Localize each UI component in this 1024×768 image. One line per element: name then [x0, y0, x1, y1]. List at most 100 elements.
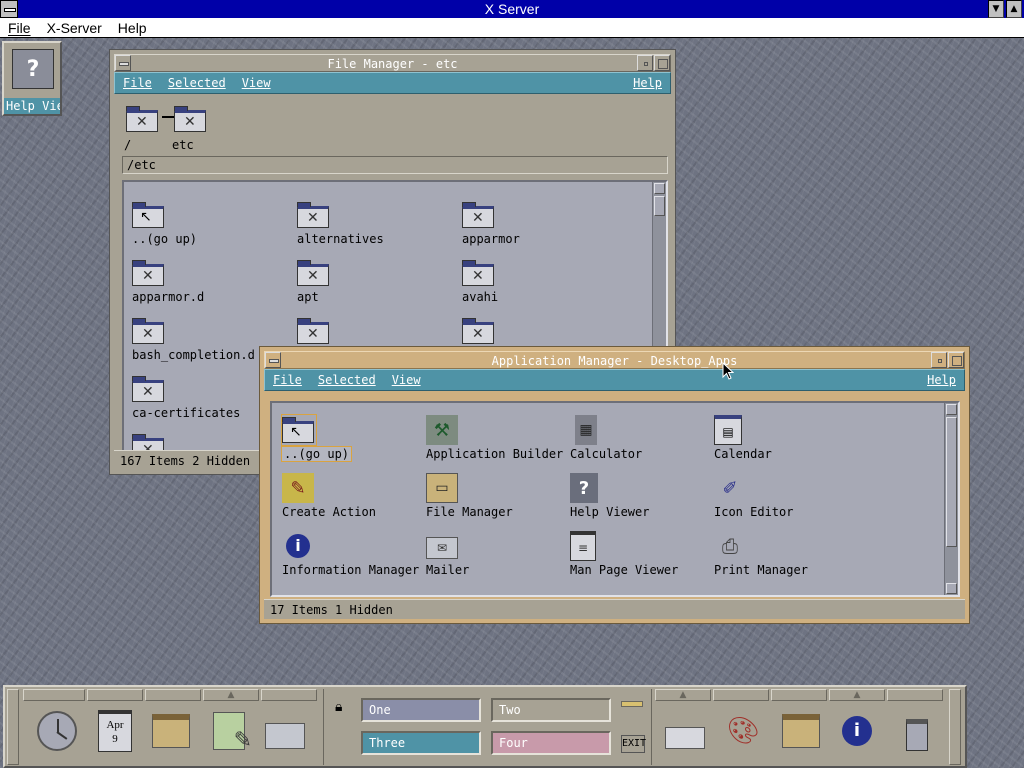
scroll-up-arrow-icon[interactable]: [946, 404, 957, 415]
folder-icon: ✕: [132, 260, 164, 286]
text-editor-launcher[interactable]: ✎: [207, 709, 252, 753]
maximize-button[interactable]: ▲: [1006, 0, 1022, 18]
calendar-day: 9: [112, 733, 118, 745]
app-manager-launcher[interactable]: [779, 709, 823, 753]
subpanel-tab[interactable]: [261, 689, 317, 701]
file-item-apparmor-d[interactable]: ✕ apparmor.d: [132, 258, 272, 314]
fm-menu-view[interactable]: View: [234, 76, 279, 90]
calendar-icon: Apr 9: [98, 710, 132, 752]
busy-light-icon: [621, 701, 643, 707]
window-menu-button[interactable]: [115, 55, 131, 71]
subpanel-tab[interactable]: [87, 689, 143, 701]
trash-can-icon: [906, 719, 928, 751]
file-item-apt[interactable]: ✕ apt: [297, 258, 437, 314]
app-item-icon-editor[interactable]: ✐ Icon Editor: [714, 473, 854, 529]
fm-menu-help[interactable]: Help: [625, 76, 670, 90]
file-item-ca-certificates[interactable]: ✕ ca-certificates: [132, 374, 272, 430]
mailer-launcher[interactable]: [263, 709, 307, 753]
workspace-two-button[interactable]: Two: [491, 698, 611, 722]
scroll-thumb[interactable]: [654, 196, 665, 216]
fm-menu-selected[interactable]: Selected: [160, 76, 234, 90]
path-etc-label: etc: [172, 138, 194, 152]
app-item-application-builder[interactable]: ⚒ Application Builder: [426, 415, 566, 471]
front-panel-handle[interactable]: [949, 689, 961, 765]
app-manager-titlebar[interactable]: Application Manager - Desktop_Apps: [264, 351, 965, 369]
trash-launcher[interactable]: [895, 709, 939, 753]
help-viewer-minimized[interactable]: ? Help Vie: [2, 41, 62, 116]
workspace-four-button[interactable]: Four: [491, 731, 611, 755]
file-manager-launcher[interactable]: [149, 709, 193, 753]
path-field[interactable]: /etc: [122, 156, 668, 174]
printer-launcher[interactable]: [663, 709, 707, 753]
subpanel-tab[interactable]: [713, 689, 769, 701]
subpanel-tab[interactable]: [145, 689, 201, 701]
am-menu-selected[interactable]: Selected: [310, 373, 384, 387]
app-builder-icon: ⚒: [426, 415, 458, 445]
app-item-man-page-viewer[interactable]: ≡ Man Page Viewer: [570, 531, 710, 587]
file-item-apparmor[interactable]: ✕ apparmor: [462, 200, 602, 256]
workspace-three-button[interactable]: Three: [361, 731, 481, 755]
scroll-down-arrow-icon[interactable]: [946, 583, 957, 594]
app-item-print-manager[interactable]: ⎙ Print Manager: [714, 531, 854, 587]
calendar-icon: ▤: [714, 415, 742, 445]
lock-icon[interactable]: 🔒︎: [335, 699, 342, 715]
am-menu-help[interactable]: Help: [919, 373, 964, 387]
menu-help[interactable]: Help: [110, 20, 155, 36]
app-manager-title: Application Manager - Desktop_Apps: [491, 354, 738, 368]
subpanel-tab[interactable]: [771, 689, 827, 701]
minimize-button[interactable]: ▼: [988, 0, 1004, 18]
clock-icon: [37, 711, 77, 751]
app-item-file-manager[interactable]: ▭ File Manager: [426, 473, 566, 529]
app-item-calculator[interactable]: ▦ Calculator: [570, 415, 710, 471]
info-manager-icon: i: [282, 531, 314, 561]
style-manager-launcher[interactable]: 🎨︎: [721, 709, 765, 753]
maximize-button[interactable]: [654, 55, 670, 71]
minimize-button[interactable]: [931, 352, 947, 368]
scroll-thumb[interactable]: [946, 417, 957, 547]
info-icon: i: [842, 716, 872, 746]
app-item-mailer[interactable]: ✉ Mailer: [426, 531, 566, 587]
menu-file[interactable]: File: [0, 20, 39, 36]
system-menu-button[interactable]: [0, 0, 18, 18]
path-root-folder[interactable]: ✕: [126, 104, 160, 134]
folder-icon: ✕: [126, 106, 158, 132]
app-manager-scrollbar[interactable]: [944, 403, 958, 595]
menu-x-server[interactable]: X-Server: [39, 20, 110, 36]
exit-button[interactable]: EXIT: [621, 735, 646, 753]
app-item-create-action[interactable]: ✎ Create Action: [282, 473, 422, 529]
subpanel-tab[interactable]: ▲: [829, 689, 885, 701]
front-panel-handle[interactable]: [7, 689, 19, 765]
file-item[interactable]: ✕: [132, 432, 272, 450]
calculator-icon: ▦: [575, 415, 597, 445]
front-panel: ▲ Apr 9 ✎ 🔒︎ One Two Three Four EXIT ▲ ▲…: [3, 685, 967, 768]
help-launcher[interactable]: i: [835, 709, 879, 753]
app-item-help-viewer[interactable]: ? Help Viewer: [570, 473, 710, 529]
am-menu-view[interactable]: View: [384, 373, 429, 387]
file-item-avahi[interactable]: ✕ avahi: [462, 258, 602, 314]
file-manager-titlebar[interactable]: File Manager - etc: [114, 54, 671, 72]
minimize-button[interactable]: [637, 55, 653, 71]
subpanel-tab[interactable]: ▲: [655, 689, 711, 701]
app-item-calendar[interactable]: ▤ Calendar: [714, 415, 854, 471]
window-menu-button[interactable]: [265, 352, 281, 368]
fm-menu-file[interactable]: File: [115, 76, 160, 90]
subpanel-tab[interactable]: [887, 689, 943, 701]
create-action-icon: ✎: [282, 473, 314, 503]
file-manager-icon: ▭: [426, 473, 458, 503]
subpanel-tab[interactable]: [23, 689, 85, 701]
scroll-up-arrow-icon[interactable]: [654, 183, 665, 194]
folder-icon: ✕: [462, 318, 494, 344]
calendar-launcher[interactable]: Apr 9: [93, 709, 137, 753]
am-menu-file[interactable]: File: [265, 373, 310, 387]
clock[interactable]: [35, 709, 79, 753]
app-item-information-manager[interactable]: i Information Manager: [282, 531, 422, 587]
help-viewer-icon: ?: [570, 473, 598, 503]
app-item-go-up[interactable]: ↖ ..(go up): [280, 414, 422, 471]
path-etc-folder[interactable]: ✕: [174, 104, 208, 134]
file-item-go-up[interactable]: ↖ ..(go up): [132, 200, 272, 256]
maximize-button[interactable]: [948, 352, 964, 368]
workspace-one-button[interactable]: One: [361, 698, 481, 722]
file-item-bash-completion-d[interactable]: ✕ bash_completion.d: [132, 316, 272, 372]
file-item-alternatives[interactable]: ✕ alternatives: [297, 200, 437, 256]
subpanel-tab[interactable]: ▲: [203, 689, 259, 701]
